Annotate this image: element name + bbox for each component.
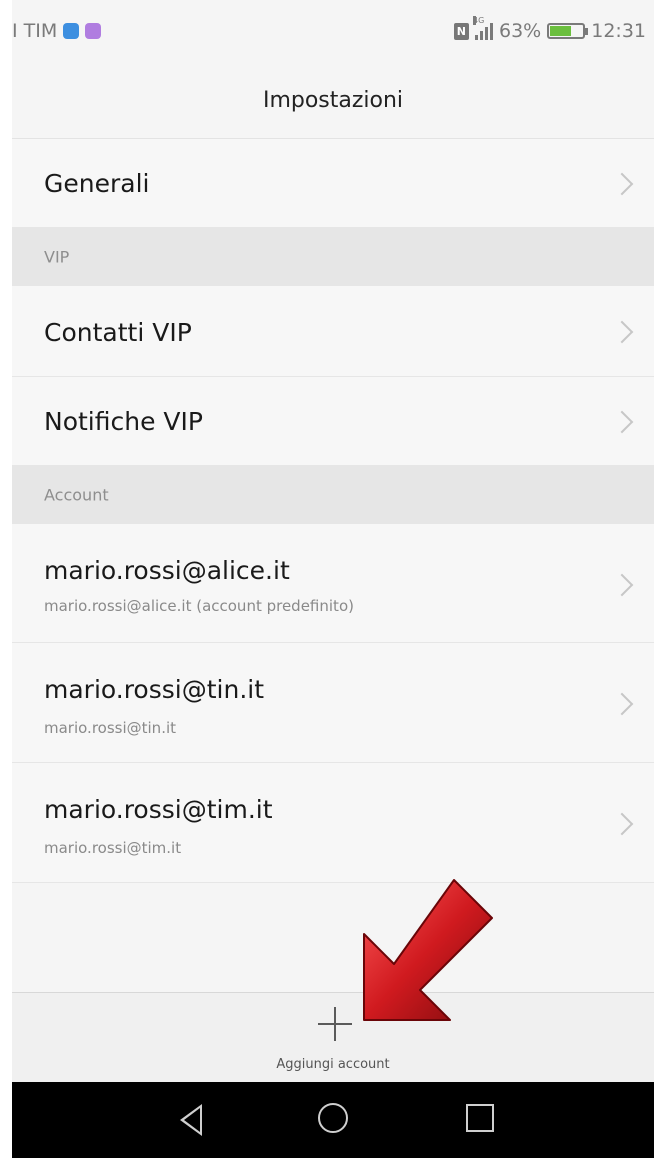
chevron-right-icon [610,172,634,196]
app-purple-icon [85,23,102,39]
account-email: mario.rossi@tim.it [44,795,273,824]
settings-item-contatti-vip[interactable]: Contatti VIP [12,286,654,377]
battery-icon [547,23,589,39]
carrier-label: I TIM [12,20,58,42]
settings-item-generali[interactable]: Generali [12,139,654,228]
chevron-right-icon [610,812,634,836]
account-subtitle: mario.rossi@tin.it [44,719,177,737]
red-arrow-annotation [363,879,493,1021]
account-subtitle: mario.rossi@alice.it (account predefinit… [44,597,354,615]
app-header: Impostazioni [12,62,654,139]
account-item[interactable]: mario.rossi@tim.it mario.rossi@tim.it [12,763,654,883]
section-label: Account [44,485,109,505]
account-item[interactable]: mario.rossi@tin.it mario.rossi@tin.it [12,643,654,763]
section-label: VIP [44,247,70,267]
chevron-right-icon [610,410,634,434]
nfc-icon: N [453,22,469,40]
status-bar: I TIM N 4G 63% 12:31 [12,0,654,62]
recent-apps-icon[interactable] [466,1104,494,1132]
section-header-vip: VIP [12,228,654,286]
chevron-right-icon [610,320,634,344]
system-nav-bar [12,1082,654,1158]
battery-percent: 63% [499,20,542,42]
chevron-right-icon [610,692,634,716]
chevron-right-icon [610,573,634,597]
phone-screen: I TIM N 4G 63% 12:31 Impostazioni Genera… [12,0,654,1158]
back-icon[interactable] [180,1104,202,1136]
settings-item-label: Contatti VIP [44,318,192,347]
page-title: Impostazioni [262,87,404,113]
account-subtitle: mario.rossi@tim.it [44,839,182,857]
network-label: 4G [473,16,485,25]
section-header-account: Account [12,466,654,524]
home-icon[interactable] [318,1103,348,1133]
account-item[interactable]: mario.rossi@alice.it mario.rossi@alice.i… [12,524,654,643]
add-account-label: Aggiungi account [276,1057,390,1072]
account-email: mario.rossi@alice.it [44,556,290,585]
app-blue-icon [63,23,80,39]
settings-item-label: Generali [44,169,150,198]
account-email: mario.rossi@tin.it [44,675,265,704]
add-account-button[interactable]: Aggiungi account [12,992,654,1083]
signal-icon: 4G [473,16,493,40]
settings-item-notifiche-vip[interactable]: Notifiche VIP [12,377,654,466]
settings-item-label: Notifiche VIP [44,407,203,436]
clock: 12:31 [591,20,646,42]
